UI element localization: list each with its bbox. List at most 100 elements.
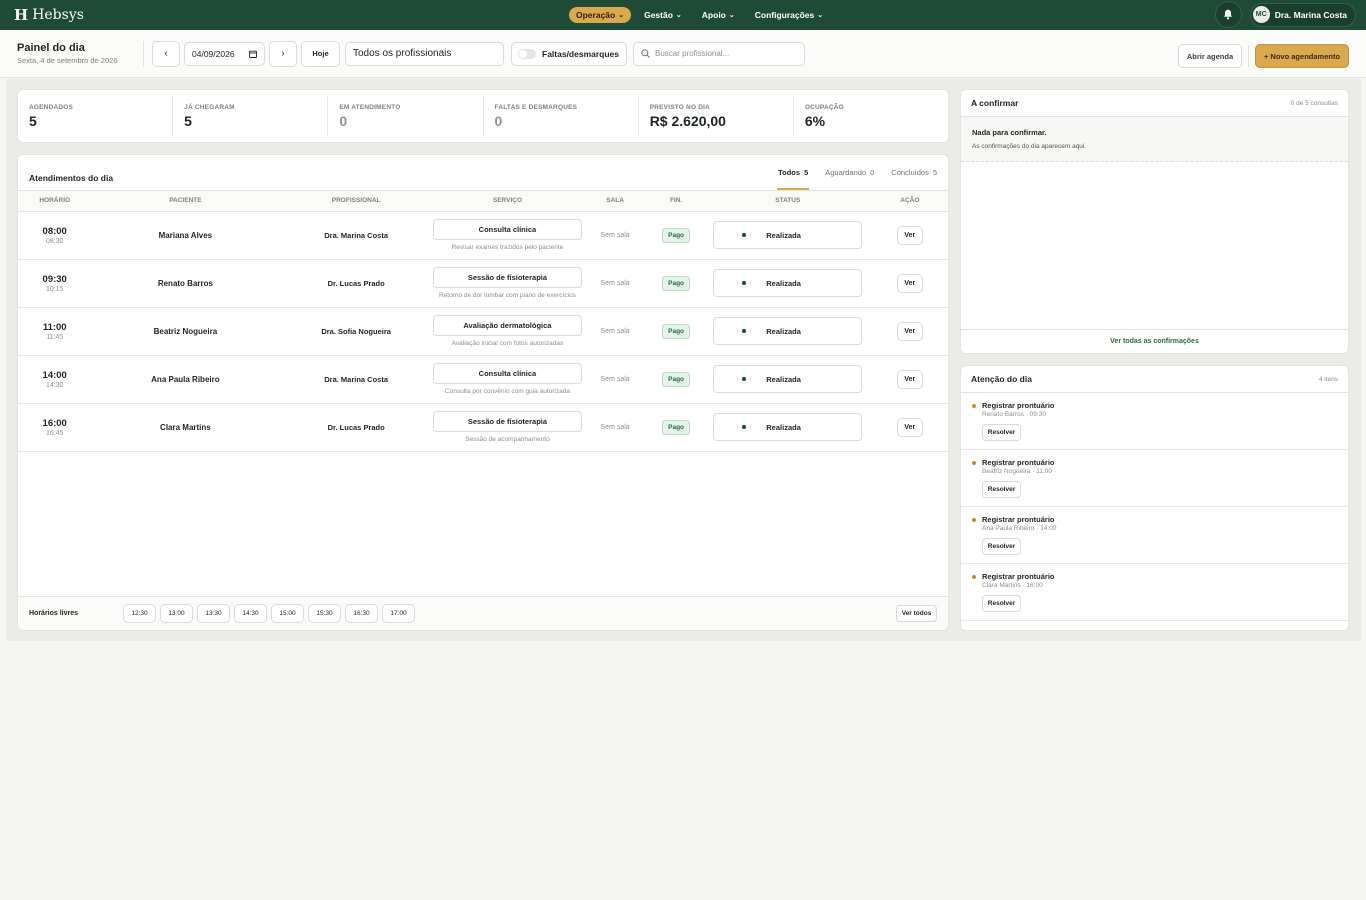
tab-completed[interactable]: Concluídos 5 xyxy=(891,168,937,190)
attention-title: Atenção do dia xyxy=(971,374,1032,384)
free-slot-chip[interactable]: 13:30 xyxy=(197,604,230,623)
resolve-button[interactable]: Resolver xyxy=(982,595,1021,612)
status-select[interactable]: Realizada xyxy=(713,413,863,441)
view-button[interactable]: Ver xyxy=(896,369,923,389)
menu-operacao[interactable]: Operação ⌄ xyxy=(569,7,632,23)
table-row[interactable]: 11:00 11:45 Beatriz Nogueira Dra. Sofia N… xyxy=(18,307,948,356)
today-button[interactable]: Hoje xyxy=(301,40,340,67)
end-time: 14:30 xyxy=(45,381,64,389)
no-shows-toggle[interactable]: Faltas/desmarques xyxy=(511,41,627,66)
attention-count: 4 itens xyxy=(1318,375,1338,383)
time-cell: 09:30 10:15 xyxy=(18,259,92,308)
time-cell: 11:00 11:45 xyxy=(18,307,92,356)
service-cell: Sessão de fisioterapia Sessão de acompanh… xyxy=(432,403,582,452)
end-time: 16:45 xyxy=(45,429,64,437)
table-row[interactable]: 09:30 10:15 Renato Barros Dr. Lucas Prado… xyxy=(18,259,948,308)
new-appointment-button[interactable]: + Novo agendamento xyxy=(1255,44,1349,68)
toggle-switch[interactable] xyxy=(518,48,536,59)
patient-name: Beatriz Nogueira xyxy=(91,307,280,356)
free-slot-chip[interactable]: 17:00 xyxy=(382,604,415,623)
attention-item-title: Registrar prontuário xyxy=(982,572,1055,581)
status-select[interactable]: Realizada xyxy=(713,221,863,249)
view-button[interactable]: Ver xyxy=(896,225,923,245)
view-button[interactable]: Ver xyxy=(896,273,923,293)
next-day-button[interactable]: › xyxy=(269,40,297,67)
chevron-down-icon: ⌄ xyxy=(675,12,682,19)
service-badge: Avaliação dermatológica xyxy=(432,315,582,336)
view-button[interactable]: Ver xyxy=(896,321,923,341)
attention-item-title: Registrar prontuário xyxy=(982,515,1055,524)
resolve-button[interactable]: Resolver xyxy=(982,538,1021,555)
room: Sem sala xyxy=(581,307,649,356)
status-label: Realizada xyxy=(766,422,801,432)
see-all-slots-button[interactable]: Ver todos xyxy=(896,605,937,622)
status-label: Realizada xyxy=(766,230,801,240)
attention-item: Registrar prontuário Beatriz Nogueira · … xyxy=(961,450,1348,507)
page-title-block: Painel do dia Sexta, 4 de setembro de 20… xyxy=(17,42,137,65)
status-select[interactable]: Realizada xyxy=(713,317,863,345)
resolve-button[interactable]: Resolver xyxy=(982,424,1021,441)
menu-configuracoes-label: Configurações xyxy=(754,10,815,20)
stat-value: 6% xyxy=(804,113,826,129)
table-row[interactable]: 14:00 14:30 Ana Paula Ribeiro Dra. Marina… xyxy=(18,355,948,404)
calendar-icon[interactable] xyxy=(249,50,257,58)
time-cell: 16:00 16:45 xyxy=(18,403,92,452)
status-dot-icon xyxy=(742,425,747,429)
tab-waiting[interactable]: Aguardando 0 xyxy=(825,168,874,190)
professional-select[interactable]: Todos os profissionais xyxy=(345,41,504,66)
free-slot-chip[interactable]: 14:30 xyxy=(234,604,267,623)
user-name: Dra. Marina Costa xyxy=(1274,9,1347,20)
status-dot-icon xyxy=(742,281,747,285)
stats-card: AGENDADOS 5 JÁ CHEGARAM 5 EM ATENDIMENTO… xyxy=(17,89,949,143)
attention-item: Registrar prontuário Renato Barros · 09:… xyxy=(961,393,1348,450)
stat-label: FALTAS E DESMARQUES xyxy=(494,104,578,111)
room: Sem sala xyxy=(581,403,649,452)
previous-day-button[interactable]: ‹ xyxy=(152,40,180,67)
paid-badge: Pago xyxy=(662,227,691,243)
room: Sem sala xyxy=(581,211,649,260)
user-menu[interactable]: MC Dra. Marina Costa xyxy=(1249,2,1356,27)
search-input[interactable]: Buscar profissional... xyxy=(633,41,805,66)
page-title: Painel do dia xyxy=(17,42,85,54)
resolve-button[interactable]: Resolver xyxy=(982,481,1021,498)
stat-scheduled: AGENDADOS 5 xyxy=(18,96,172,136)
open-agenda-button[interactable]: Abrir agenda xyxy=(1178,44,1242,68)
appointments-card: Atendimentos do dia Todos 5 Aguardando 0 C… xyxy=(17,154,949,631)
brand-logo[interactable]: H Hebsys xyxy=(14,6,84,24)
free-slot-chip[interactable]: 15:00 xyxy=(271,604,304,623)
divider xyxy=(143,40,144,67)
free-slots-label: Horários livres xyxy=(29,610,79,617)
finance-cell: Pago xyxy=(648,355,704,404)
alert-dot-icon xyxy=(972,404,976,408)
all-confirmations-link[interactable]: Ver todas as confirmações xyxy=(961,329,1348,353)
menu-gestao[interactable]: Gestão ⌄ xyxy=(637,7,689,23)
status-select[interactable]: Realizada xyxy=(713,365,863,393)
action-cell: Ver xyxy=(871,403,948,452)
attention-item-detail: Renato Barros · 09:30 xyxy=(982,411,1046,418)
tab-count: 5 xyxy=(804,168,809,177)
notifications-button[interactable] xyxy=(1214,1,1242,28)
free-slot-chip[interactable]: 16:30 xyxy=(345,604,378,623)
service-note: Avaliação inicial com fotos autorizadas xyxy=(451,340,564,347)
view-button[interactable]: Ver xyxy=(896,417,923,437)
avatar: MC xyxy=(1252,6,1270,23)
status-select[interactable]: Realizada xyxy=(713,269,863,297)
appointments-title: Atendimentos do dia xyxy=(29,173,114,183)
stat-value: R$ 2.620,00 xyxy=(649,113,726,129)
table-row[interactable]: 16:00 16:45 Clara Martins Dr. Lucas Prado… xyxy=(18,403,948,452)
service-badge: Consulta clínica xyxy=(432,219,582,240)
menu-configuracoes[interactable]: Configurações ⌄ xyxy=(748,7,830,23)
menu-apoio[interactable]: Apoio ⌄ xyxy=(695,7,742,23)
tab-all[interactable]: Todos 5 xyxy=(777,168,810,190)
service-note: Consulta por convênio com guia autorizad… xyxy=(444,388,570,395)
stat-value: 0 xyxy=(339,113,348,129)
date-input[interactable]: 04/09/2026 xyxy=(184,41,265,66)
free-slot-chip[interactable]: 15:30 xyxy=(308,604,341,623)
action-cell: Ver xyxy=(871,259,948,308)
free-slot-chip[interactable]: 13:00 xyxy=(160,604,193,623)
appointments-tabs: Todos 5 Aguardando 0 Concluídos 5 xyxy=(777,168,937,190)
free-slot-chip[interactable]: 12:30 xyxy=(123,604,156,623)
service-cell: Consulta clínica Consulta por convênio co… xyxy=(432,355,582,404)
table-row[interactable]: 08:00 08:30 Mariana Alves Dra. Marina Cos… xyxy=(18,211,948,260)
finance-cell: Pago xyxy=(648,211,704,260)
